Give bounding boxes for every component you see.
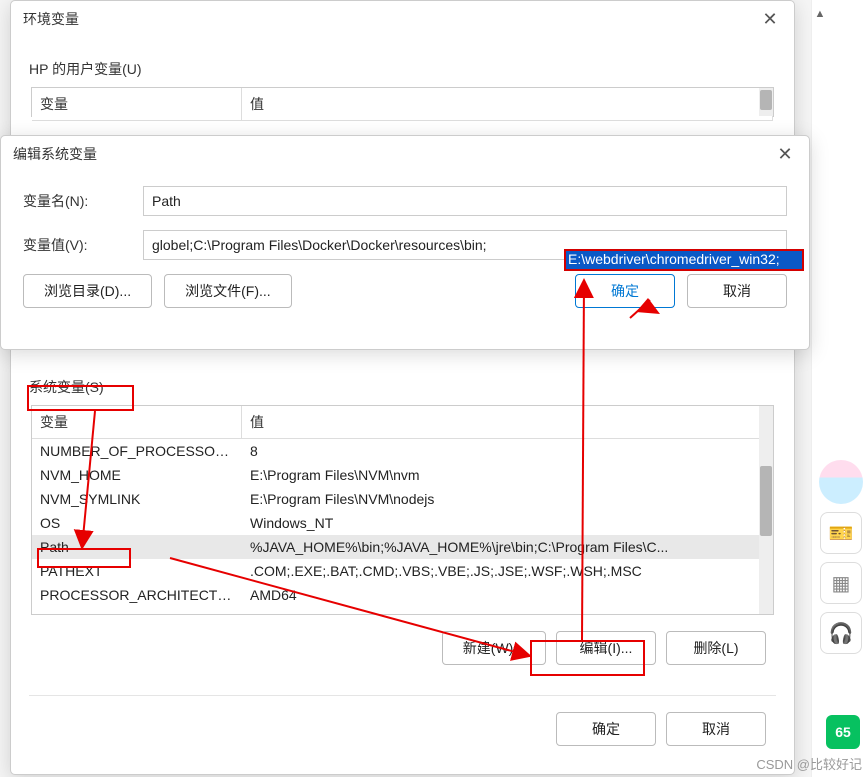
var-value-cell: E:\Program Files\NVM\nodejs xyxy=(242,487,773,511)
var-name-cell: NVM_SYMLINK xyxy=(32,487,242,511)
var-value-label: 变量值(V): xyxy=(23,235,143,255)
var-value-cell: Windows_NT xyxy=(242,511,773,535)
table-row[interactable]: Path%JAVA_HOME%\bin;%JAVA_HOME%\jre\bin;… xyxy=(32,535,773,559)
selected-path-text[interactable]: E:\webdriver\chromedriver_win32; xyxy=(566,251,802,269)
cancel-button[interactable]: 取消 xyxy=(687,274,787,308)
browse-dir-button[interactable]: 浏览目录(D)... xyxy=(23,274,152,308)
scrollbar[interactable] xyxy=(759,406,773,614)
col-header-val[interactable]: 值 xyxy=(242,406,773,438)
ok-button[interactable]: 确定 xyxy=(575,274,675,308)
table-row[interactable]: PATHEXT.COM;.EXE;.BAT;.CMD;.VBS;.VBE;.JS… xyxy=(32,559,773,583)
table-row[interactable]: NVM_SYMLINKE:\Program Files\NVM\nodejs xyxy=(32,487,773,511)
user-vars-table[interactable]: 变量 值 xyxy=(31,87,774,117)
var-name-cell: NVM_HOME xyxy=(32,463,242,487)
scroll-up-icon[interactable]: ▲ xyxy=(814,8,826,20)
edit-button[interactable]: 编辑(I)... xyxy=(556,631,656,665)
env-vars-dialog: 环境变量 ✕ HP 的用户变量(U) 变量 值 系统变量(S) 变量 值 NUM… xyxy=(10,0,795,775)
notification-badge[interactable]: 65 xyxy=(826,715,860,749)
titlebar: 编辑系统变量 ✕ xyxy=(1,136,809,172)
var-name-label: 变量名(N): xyxy=(23,191,143,211)
var-value-cell: AMD64 xyxy=(242,583,773,607)
var-name-row: 变量名(N): xyxy=(23,186,787,216)
var-name-input[interactable] xyxy=(143,186,787,216)
sys-vars-label: 系统变量(S) xyxy=(29,377,794,397)
close-icon[interactable]: ✕ xyxy=(773,142,797,166)
delete-button[interactable]: 删除(L) xyxy=(666,631,766,665)
cancel-button[interactable]: 取消 xyxy=(666,712,766,746)
dialog-title: 编辑系统变量 xyxy=(13,144,97,164)
table-row[interactable]: OSWindows_NT xyxy=(32,511,773,535)
var-value-cell: 8 xyxy=(242,439,773,463)
var-value-text: globel;C:\Program Files\Docker\Docker\re… xyxy=(152,237,487,253)
sys-vars-table[interactable]: 变量 值 NUMBER_OF_PROCESSORS8NVM_HOMEE:\Pro… xyxy=(31,405,774,615)
var-name-cell: PATHEXT xyxy=(32,559,242,583)
var-value-cell: %JAVA_HOME%\bin;%JAVA_HOME%\jre\bin;C:\P… xyxy=(242,535,773,559)
table-row[interactable]: NVM_HOMEE:\Program Files\NVM\nvm xyxy=(32,463,773,487)
scrollbar[interactable] xyxy=(759,88,773,116)
edit-sys-var-dialog: 编辑系统变量 ✕ 变量名(N): 变量值(V): globel;C:\Progr… xyxy=(0,135,810,350)
var-name-cell: NUMBER_OF_PROCESSORS xyxy=(32,439,242,463)
var-value-cell: E:\Program Files\NVM\nvm xyxy=(242,463,773,487)
col-header-val[interactable]: 值 xyxy=(242,88,773,120)
ok-button[interactable]: 确定 xyxy=(556,712,656,746)
headset-icon[interactable]: 🎧 xyxy=(820,612,862,654)
var-name-cell: Path xyxy=(32,535,242,559)
close-icon[interactable]: ✕ xyxy=(758,7,782,31)
dialog-btn-row: 确定 取消 xyxy=(11,712,766,746)
user-vars-label: HP 的用户变量(U) xyxy=(29,59,794,79)
browse-file-button[interactable]: 浏览文件(F)... xyxy=(164,274,292,308)
dialog-title: 环境变量 xyxy=(23,9,79,29)
var-name-cell: PROCESSOR_ARCHITECTURE xyxy=(32,583,242,607)
sys-btn-row: 新建(W)... 编辑(I)... 删除(L) xyxy=(11,631,766,665)
col-header-var[interactable]: 变量 xyxy=(32,406,242,438)
var-value-cell: .COM;.EXE;.BAT;.CMD;.VBS;.VBE;.JS;.JSE;.… xyxy=(242,559,773,583)
watermark: CSDN @比较好记 xyxy=(756,754,862,773)
table-row[interactable]: PROCESSOR_ARCHITECTUREAMD64 xyxy=(32,583,773,607)
edit-dialog-buttons: 浏览目录(D)... 浏览文件(F)... 确定 取消 xyxy=(23,274,787,308)
col-header-var[interactable]: 变量 xyxy=(32,88,242,120)
avatar[interactable] xyxy=(819,460,863,504)
table-row[interactable]: NUMBER_OF_PROCESSORS8 xyxy=(32,439,773,463)
right-sidebar: ▲ 🎫 ▦ 🎧 xyxy=(811,0,866,777)
new-button[interactable]: 新建(W)... xyxy=(442,631,546,665)
qr-icon[interactable]: ▦ xyxy=(820,562,862,604)
ticket-icon[interactable]: 🎫 xyxy=(820,512,862,554)
titlebar: 环境变量 ✕ xyxy=(11,1,794,37)
var-name-cell: OS xyxy=(32,511,242,535)
